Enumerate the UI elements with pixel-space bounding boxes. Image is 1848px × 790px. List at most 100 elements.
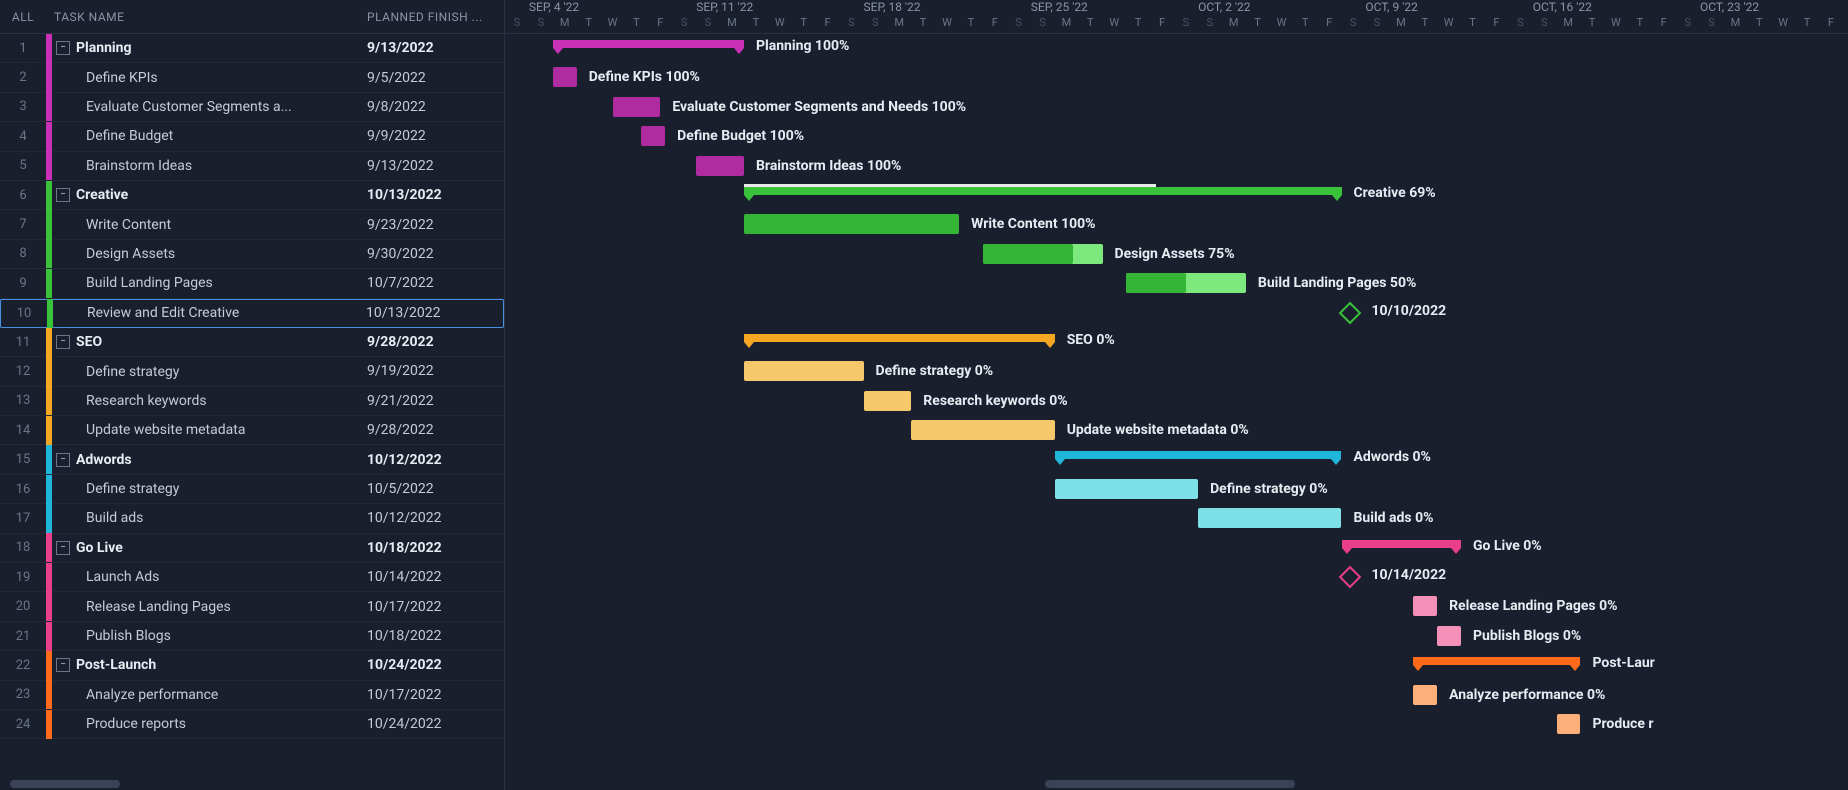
planned-finish[interactable]: 10/5/2022: [359, 481, 504, 497]
task-row[interactable]: 4Define Budget9/9/2022: [0, 122, 504, 151]
task-row[interactable]: 7Write Content9/23/2022: [0, 210, 504, 239]
row-number[interactable]: 6: [0, 188, 46, 203]
planned-finish[interactable]: 10/12/2022: [359, 510, 504, 526]
gantt-row[interactable]: Build Landing Pages 50%: [505, 269, 1848, 298]
gantt-row[interactable]: 10/10/2022: [505, 299, 1848, 328]
task-name-cell[interactable]: Produce reports: [46, 710, 359, 739]
task-name-cell[interactable]: Define KPIs: [46, 63, 359, 92]
planned-finish[interactable]: 9/28/2022: [359, 422, 504, 438]
gantt-body[interactable]: Planning 100% Define KPIs 100% Evaluate Cu…: [505, 34, 1848, 739]
task-row[interactable]: 19Launch Ads10/14/2022: [0, 563, 504, 592]
grid-body[interactable]: 1−Planning9/13/20222Define KPIs9/5/20223…: [0, 34, 504, 790]
summary-bar[interactable]: Go Live 0%: [1342, 540, 1462, 548]
planned-finish[interactable]: 10/12/2022: [359, 452, 504, 468]
planned-finish[interactable]: 10/14/2022: [359, 569, 504, 585]
task-name-cell[interactable]: Build Landing Pages: [46, 269, 359, 298]
summary-bar[interactable]: Post-Laur: [1413, 657, 1580, 665]
row-number[interactable]: 17: [0, 511, 46, 526]
task-name-cell[interactable]: Evaluate Customer Segments a...: [46, 92, 359, 121]
task-name-cell[interactable]: Define strategy: [46, 357, 359, 386]
planned-finish[interactable]: 9/5/2022: [359, 70, 504, 86]
planned-finish[interactable]: 10/24/2022: [359, 716, 504, 732]
gantt-row[interactable]: Evaluate Customer Segments and Needs 100…: [505, 93, 1848, 122]
planned-finish[interactable]: 9/23/2022: [359, 217, 504, 233]
planned-finish[interactable]: 10/18/2022: [359, 628, 504, 644]
gantt-row[interactable]: Define strategy 0%: [505, 357, 1848, 386]
task-name-cell[interactable]: Research keywords: [46, 386, 359, 415]
gantt-row[interactable]: Produce r: [505, 710, 1848, 739]
gantt-row[interactable]: Build ads 0%: [505, 504, 1848, 533]
task-row[interactable]: 3Evaluate Customer Segments a...9/8/2022: [0, 93, 504, 122]
task-bar[interactable]: Update website metadata 0%: [911, 420, 1054, 440]
task-bar[interactable]: Brainstorm Ideas 100%: [696, 156, 744, 176]
task-name-cell[interactable]: −Planning: [46, 34, 359, 63]
col-all[interactable]: ALL: [0, 10, 46, 24]
planned-finish[interactable]: 9/9/2022: [359, 128, 504, 144]
col-planned-finish[interactable]: PLANNED FINISH ...: [359, 10, 504, 24]
collapse-icon[interactable]: −: [56, 453, 70, 467]
task-name-cell[interactable]: Build ads: [46, 504, 359, 533]
milestone-diamond[interactable]: [1338, 301, 1361, 324]
planned-finish[interactable]: 9/28/2022: [359, 334, 504, 350]
row-number[interactable]: 16: [0, 482, 46, 497]
task-row[interactable]: 21Publish Blogs10/18/2022: [0, 622, 504, 651]
task-name-cell[interactable]: Review and Edit Creative: [47, 299, 358, 328]
collapse-icon[interactable]: −: [56, 335, 70, 349]
task-bar[interactable]: Define KPIs 100%: [553, 67, 577, 87]
row-number[interactable]: 19: [0, 570, 46, 585]
task-bar[interactable]: Publish Blogs 0%: [1437, 626, 1461, 646]
task-row[interactable]: 9Build Landing Pages10/7/2022: [0, 269, 504, 298]
task-bar[interactable]: Produce r: [1557, 714, 1581, 734]
row-number[interactable]: 11: [0, 335, 46, 350]
task-name-cell[interactable]: Write Content: [46, 210, 359, 239]
task-row[interactable]: 17Build ads10/12/2022: [0, 504, 504, 533]
task-row[interactable]: 18−Go Live10/18/2022: [0, 534, 504, 563]
row-number[interactable]: 12: [0, 364, 46, 379]
task-name-cell[interactable]: Brainstorm Ideas: [46, 151, 359, 180]
gantt-row[interactable]: 10/14/2022: [505, 563, 1848, 592]
row-number[interactable]: 2: [0, 70, 46, 85]
task-bar[interactable]: Analyze performance 0%: [1413, 685, 1437, 705]
task-name-cell[interactable]: Launch Ads: [46, 563, 359, 592]
task-name-cell[interactable]: Define Budget: [46, 122, 359, 151]
task-bar[interactable]: Define strategy 0%: [1055, 479, 1198, 499]
h-scrollbar[interactable]: [10, 780, 120, 788]
task-row[interactable]: 14Update website metadata9/28/2022: [0, 416, 504, 445]
task-name-cell[interactable]: Release Landing Pages: [46, 592, 359, 621]
summary-bar[interactable]: Adwords 0%: [1055, 451, 1342, 459]
row-number[interactable]: 3: [0, 99, 46, 114]
task-name-cell[interactable]: Update website metadata: [46, 416, 359, 445]
planned-finish[interactable]: 10/17/2022: [359, 687, 504, 703]
task-row[interactable]: 2Define KPIs9/5/2022: [0, 63, 504, 92]
gantt-panel[interactable]: SEP, 4 '22SEP, 11 '22SEP, 18 '22SEP, 25 …: [505, 0, 1848, 790]
task-row[interactable]: 6−Creative10/13/2022: [0, 181, 504, 210]
planned-finish[interactable]: 9/13/2022: [359, 158, 504, 174]
task-name-cell[interactable]: Define strategy: [46, 475, 359, 504]
gantt-row[interactable]: Design Assets 75%: [505, 240, 1848, 269]
milestone-diamond[interactable]: [1338, 566, 1361, 589]
task-row[interactable]: 16Define strategy10/5/2022: [0, 475, 504, 504]
task-bar[interactable]: Build Landing Pages 50%: [1126, 273, 1246, 293]
task-bar[interactable]: Evaluate Customer Segments and Needs 100…: [613, 97, 661, 117]
task-row[interactable]: 5Brainstorm Ideas9/13/2022: [0, 152, 504, 181]
planned-finish[interactable]: 9/8/2022: [359, 99, 504, 115]
row-number[interactable]: 1: [0, 41, 46, 56]
row-number[interactable]: 15: [0, 452, 46, 467]
task-bar[interactable]: Define Budget 100%: [641, 126, 665, 146]
summary-bar[interactable]: Creative 69%: [744, 187, 1342, 195]
task-bar[interactable]: Write Content 100%: [744, 214, 959, 234]
row-number[interactable]: 18: [0, 540, 46, 555]
gantt-row[interactable]: Define strategy 0%: [505, 475, 1848, 504]
row-number[interactable]: 9: [0, 276, 46, 291]
gantt-row[interactable]: Brainstorm Ideas 100%: [505, 152, 1848, 181]
row-number[interactable]: 4: [0, 129, 46, 144]
planned-finish[interactable]: 10/7/2022: [359, 275, 504, 291]
summary-bar[interactable]: Planning 100%: [553, 40, 744, 48]
planned-finish[interactable]: 10/18/2022: [359, 540, 504, 556]
row-number[interactable]: 20: [0, 599, 46, 614]
task-bar[interactable]: Define strategy 0%: [744, 361, 864, 381]
task-row[interactable]: 22−Post-Launch10/24/2022: [0, 651, 504, 680]
task-row[interactable]: 24Produce reports10/24/2022: [0, 710, 504, 739]
row-number[interactable]: 23: [0, 687, 46, 702]
summary-bar[interactable]: SEO 0%: [744, 334, 1055, 342]
